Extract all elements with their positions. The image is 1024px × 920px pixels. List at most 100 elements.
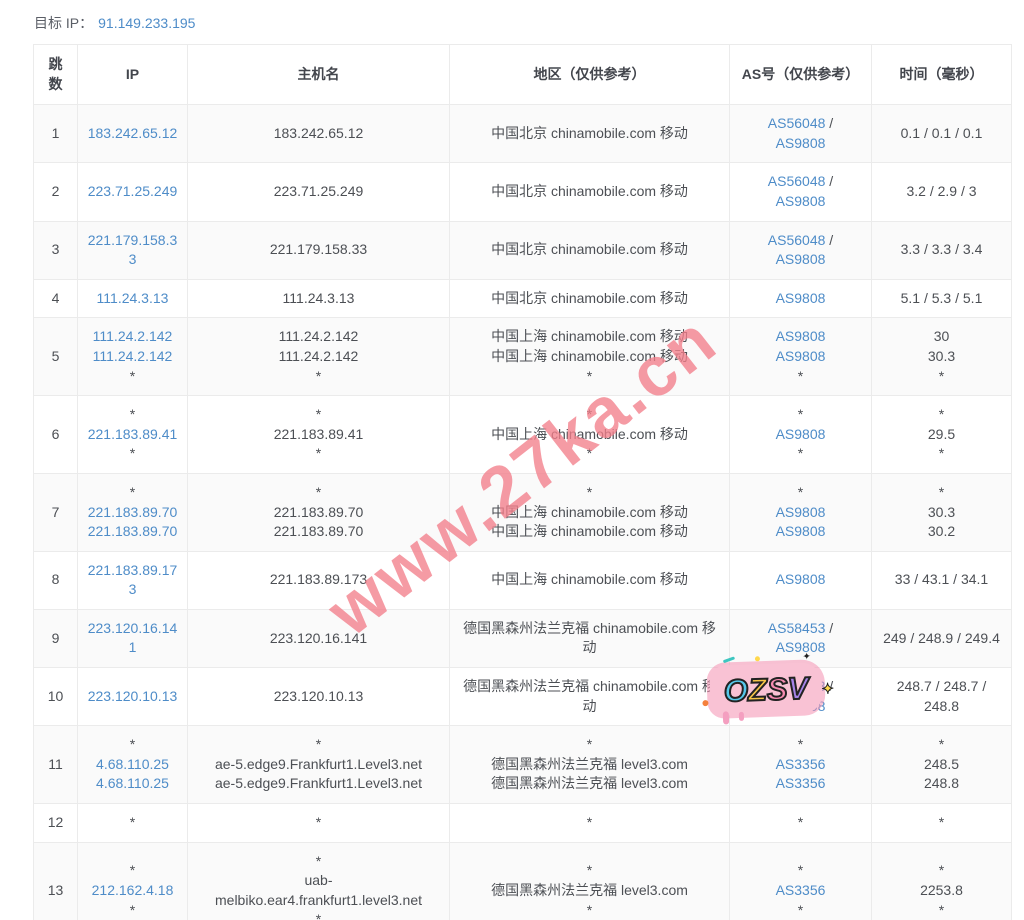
sticker-letter: S — [766, 671, 788, 707]
table-row: 10223.120.10.13223.120.10.13德国黑森州法兰克福 ch… — [34, 668, 1012, 726]
table-header: 跳数 IP 主机名 地区（仅供参考） AS号（仅供参考） 时间（毫秒） — [34, 45, 1012, 105]
cell-line: 221.179.158.33 — [203, 240, 435, 260]
cell-line: 223.120.10.13 — [86, 687, 179, 707]
hostname-cell: 111.24.3.13 — [188, 279, 450, 318]
asn-link[interactable]: AS9808 — [776, 426, 826, 442]
cell-line: 183.242.65.12 — [203, 124, 435, 144]
cell-line: 111.24.2.142 — [203, 347, 435, 367]
hostname-cell: 223.71.25.249 — [188, 163, 450, 221]
ip-cell: 223.120.10.13 — [78, 668, 188, 726]
cell-line: 中国北京 chinamobile.com 移动 — [458, 240, 721, 260]
asn-link[interactable]: AS9808 — [776, 290, 826, 306]
asn-link[interactable]: AS9808 — [776, 571, 826, 587]
latency-cell: 248.7 / 248.7 / 248.8 — [872, 668, 1012, 726]
header-row: 跳数 IP 主机名 地区（仅供参考） AS号（仅供参考） 时间（毫秒） — [34, 45, 1012, 105]
cell-line: 221.183.89.41 — [86, 425, 179, 445]
cell-line: * — [203, 483, 435, 503]
ip-link[interactable]: 223.120.16.141 — [88, 620, 178, 656]
asn-link[interactable]: AS9808 — [776, 193, 826, 209]
ip-link[interactable]: 221.183.89.173 — [88, 562, 178, 598]
hop-cell: 6 — [34, 396, 78, 474]
ip-cell: *4.68.110.254.68.110.25 — [78, 726, 188, 804]
cell-line: * — [203, 852, 435, 872]
ip-link[interactable]: 183.242.65.12 — [88, 125, 178, 141]
region-cell: *中国上海 chinamobile.com 移动* — [450, 396, 730, 474]
cell-line: 183.242.65.12 — [86, 124, 179, 144]
latency-cell: 33 / 43.1 / 34.1 — [872, 551, 1012, 609]
region-cell: 中国上海 chinamobile.com 移动中国上海 chinamobile.… — [450, 318, 730, 396]
cell-line: 中国上海 chinamobile.com 移动 — [458, 327, 721, 347]
asn-link[interactable]: AS56048 — [768, 173, 826, 189]
cell-line: 中国北京 chinamobile.com 移动 — [458, 289, 721, 309]
ip-link[interactable]: 111.24.2.142 — [93, 348, 173, 364]
ip-link[interactable]: 221.183.89.41 — [88, 426, 178, 442]
ip-cell: 221.179.158.33 — [78, 221, 188, 279]
ip-cell: *212.162.4.18* — [78, 842, 188, 920]
table-row: 3221.179.158.33221.179.158.33中国北京 chinam… — [34, 221, 1012, 279]
asn-link[interactable]: AS9808 — [776, 348, 826, 364]
asn-link[interactable]: AS9808 — [776, 251, 826, 267]
region-cell: * — [450, 804, 730, 843]
cell-line: * — [86, 861, 179, 881]
traceroute-page: 目标 IP：91.149.233.195 跳数 IP 主机名 地区（仅供参考） … — [0, 0, 1024, 920]
asn-link[interactable]: AS9808 — [776, 135, 826, 151]
ip-cell: 183.242.65.12 — [78, 105, 188, 163]
column-header-hostname: 主机名 — [188, 45, 450, 105]
cell-line: 30.3 — [880, 503, 1003, 523]
asn-link[interactable]: AS58453 — [768, 620, 826, 636]
ip-link[interactable]: 4.68.110.25 — [96, 756, 169, 772]
table-row: 12***** — [34, 804, 1012, 843]
sparkle-icon: ✦ — [821, 680, 834, 698]
asn-link[interactable]: AS9808 — [776, 504, 826, 520]
cell-line: AS3356 — [745, 774, 857, 794]
ip-cell: *221.183.89.41* — [78, 396, 188, 474]
column-header-asn: AS号（仅供参考） — [730, 45, 872, 105]
cell-line: * — [203, 910, 435, 920]
ip-link[interactable]: 111.24.2.142 — [93, 328, 173, 344]
cell-line: * — [745, 405, 857, 425]
cell-line: 221.183.89.41 — [203, 425, 435, 445]
ip-cell: 223.120.16.141 — [78, 609, 188, 667]
ip-link[interactable]: 221.183.89.70 — [88, 504, 178, 520]
cell-line: AS9808 — [745, 425, 857, 445]
ip-link[interactable]: 221.179.158.33 — [88, 232, 178, 268]
asn-link[interactable]: AS9808 — [776, 639, 826, 655]
cell-line: AS9808 — [745, 327, 857, 347]
cell-line: 中国上海 chinamobile.com 移动 — [458, 503, 721, 523]
asn-link[interactable]: AS9808 — [776, 328, 826, 344]
cell-line: 30.2 — [880, 522, 1003, 542]
hostname-cell: 223.120.16.141 — [188, 609, 450, 667]
asn-link[interactable]: AS56048 — [768, 115, 826, 131]
hostname-cell: 223.120.10.13 — [188, 668, 450, 726]
ip-link[interactable]: 223.71.25.249 — [88, 183, 178, 199]
cell-line: * — [880, 901, 1003, 920]
ip-link[interactable]: 111.24.3.13 — [97, 290, 169, 306]
cell-line: * — [880, 367, 1003, 387]
cell-line: * — [458, 367, 721, 387]
hostname-cell: 183.242.65.12 — [188, 105, 450, 163]
target-ip-link[interactable]: 91.149.233.195 — [98, 15, 195, 31]
latency-cell: *29.5* — [872, 396, 1012, 474]
ip-link[interactable]: 221.183.89.70 — [88, 523, 178, 539]
asn-link[interactable]: AS3356 — [776, 775, 826, 791]
asn-link[interactable]: AS9808 — [776, 523, 826, 539]
cell-line: * — [86, 405, 179, 425]
hostname-cell: *uab-melbiko.ear4.frankfurt1.level3.net* — [188, 842, 450, 920]
ip-link[interactable]: 223.120.10.13 — [88, 688, 178, 704]
ip-link[interactable]: 212.162.4.18 — [92, 882, 174, 898]
asn-link[interactable]: AS3356 — [776, 882, 826, 898]
cell-line: * — [745, 367, 857, 387]
ozsv-sticker-text: OZSV — [723, 672, 808, 706]
hop-cell: 13 — [34, 842, 78, 920]
cell-line: 223.120.16.141 — [86, 619, 179, 658]
cell-line: 223.120.10.13 — [203, 687, 435, 707]
cell-line: 4.68.110.25 — [86, 755, 179, 775]
cell-line: 5.1 / 5.3 / 5.1 — [880, 289, 1003, 309]
ip-link[interactable]: 4.68.110.25 — [96, 775, 169, 791]
sticker-letter: V — [787, 670, 809, 706]
asn-link[interactable]: AS3356 — [776, 756, 826, 772]
asn-link[interactable]: AS56048 — [768, 232, 826, 248]
asn-cell: *AS9808* — [730, 396, 872, 474]
sticker-letter: O — [723, 672, 748, 708]
cell-line: * — [203, 813, 435, 833]
